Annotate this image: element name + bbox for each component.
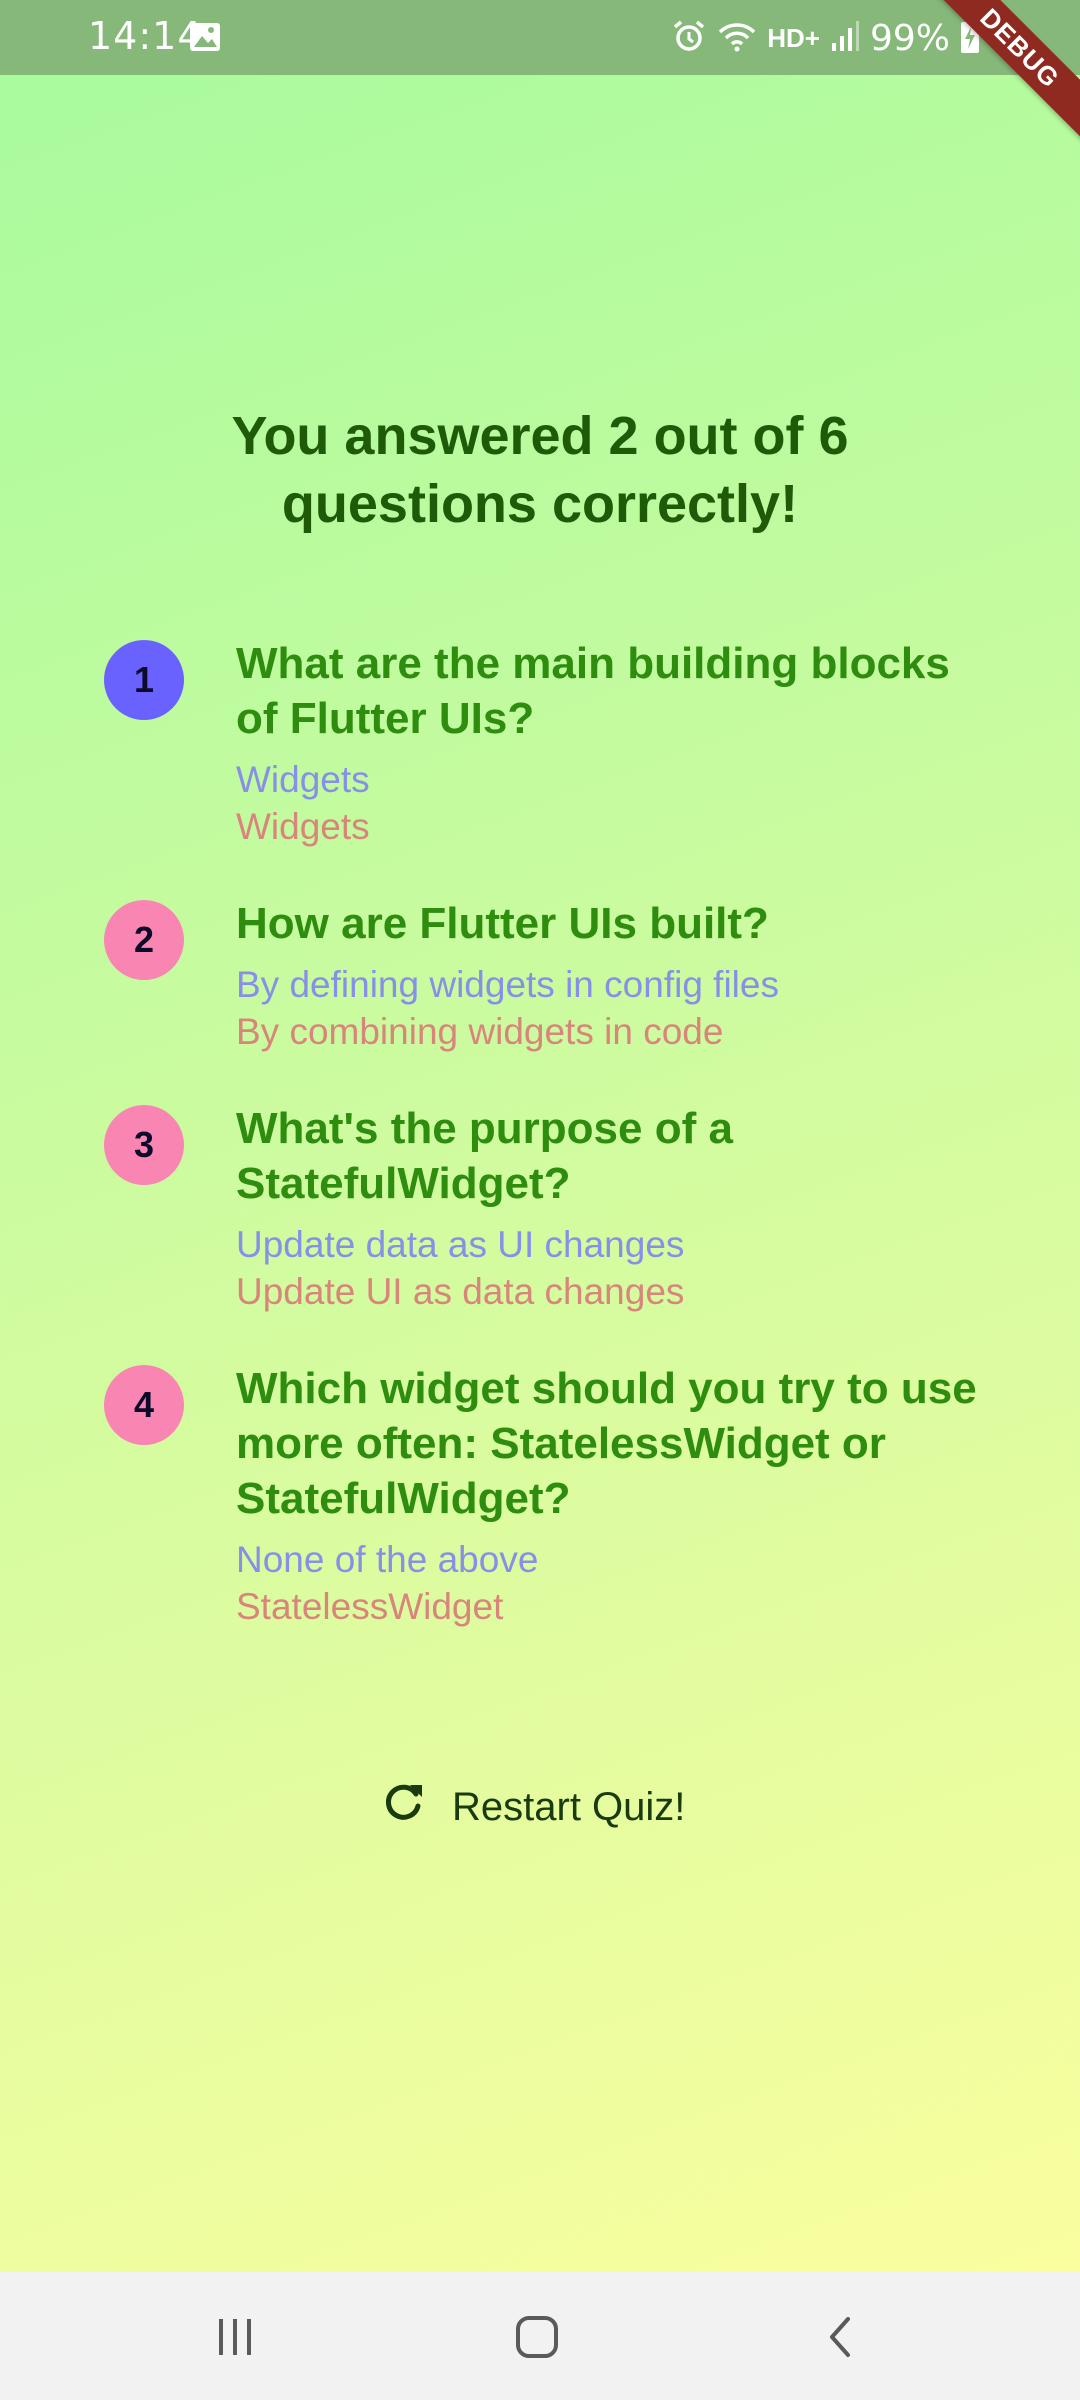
system-navigation-bar	[0, 2272, 1080, 2400]
question-number-badge: 1	[104, 640, 184, 720]
restart-button-label: Restart Quiz!	[452, 1784, 686, 1829]
question-text: What are the main building blocks of Flu…	[236, 639, 950, 743]
summary-item: 4 Which widget should you try to use mor…	[104, 1361, 984, 1630]
question-text: What's the purpose of a StatefulWidget?	[236, 1104, 733, 1208]
question-text: Which widget should you try to use more …	[236, 1364, 977, 1523]
correct-answer: Widgets	[236, 806, 370, 847]
back-icon[interactable]	[800, 2302, 880, 2372]
correct-answer: Update UI as data changes	[236, 1271, 685, 1312]
wifi-icon	[717, 18, 757, 59]
status-indicators: HD+ 99%	[671, 14, 980, 62]
user-answer: Widgets	[236, 759, 370, 800]
status-time: 14:14	[88, 14, 203, 58]
answers-summary-list: 1 What are the main building blocks of F…	[104, 636, 984, 1676]
correct-answer: StatelessWidget	[236, 1586, 504, 1627]
question-number-badge: 4	[104, 1365, 184, 1445]
question-number-badge: 3	[104, 1105, 184, 1185]
user-answer: By defining widgets in config files	[236, 964, 779, 1005]
gallery-icon	[188, 20, 222, 59]
restart-quiz-button[interactable]: Restart Quiz!	[380, 1772, 685, 1842]
question-text: How are Flutter UIs built?	[236, 899, 769, 948]
summary-item: 1 What are the main building blocks of F…	[104, 636, 984, 850]
result-summary-title: You answered 2 out of 6 questions correc…	[231, 406, 849, 534]
recent-apps-icon[interactable]	[195, 2302, 275, 2372]
summary-item: 2 How are Flutter UIs built? By defining…	[104, 896, 984, 1055]
alarm-icon	[671, 18, 707, 59]
user-answer: None of the above	[236, 1539, 539, 1580]
network-type: HD+	[767, 22, 820, 53]
home-icon[interactable]	[497, 2302, 577, 2372]
summary-item: 3 What's the purpose of a StatefulWidget…	[104, 1101, 984, 1315]
refresh-icon	[380, 1779, 426, 1835]
battery-percent: 99%	[869, 17, 950, 59]
user-answer: Update data as UI changes	[236, 1224, 685, 1265]
correct-answer: By combining widgets in code	[236, 1011, 724, 1052]
status-bar: 14:14 HD+ 99%	[0, 0, 1080, 75]
signal-icon	[830, 19, 860, 58]
question-number-badge: 2	[104, 900, 184, 980]
